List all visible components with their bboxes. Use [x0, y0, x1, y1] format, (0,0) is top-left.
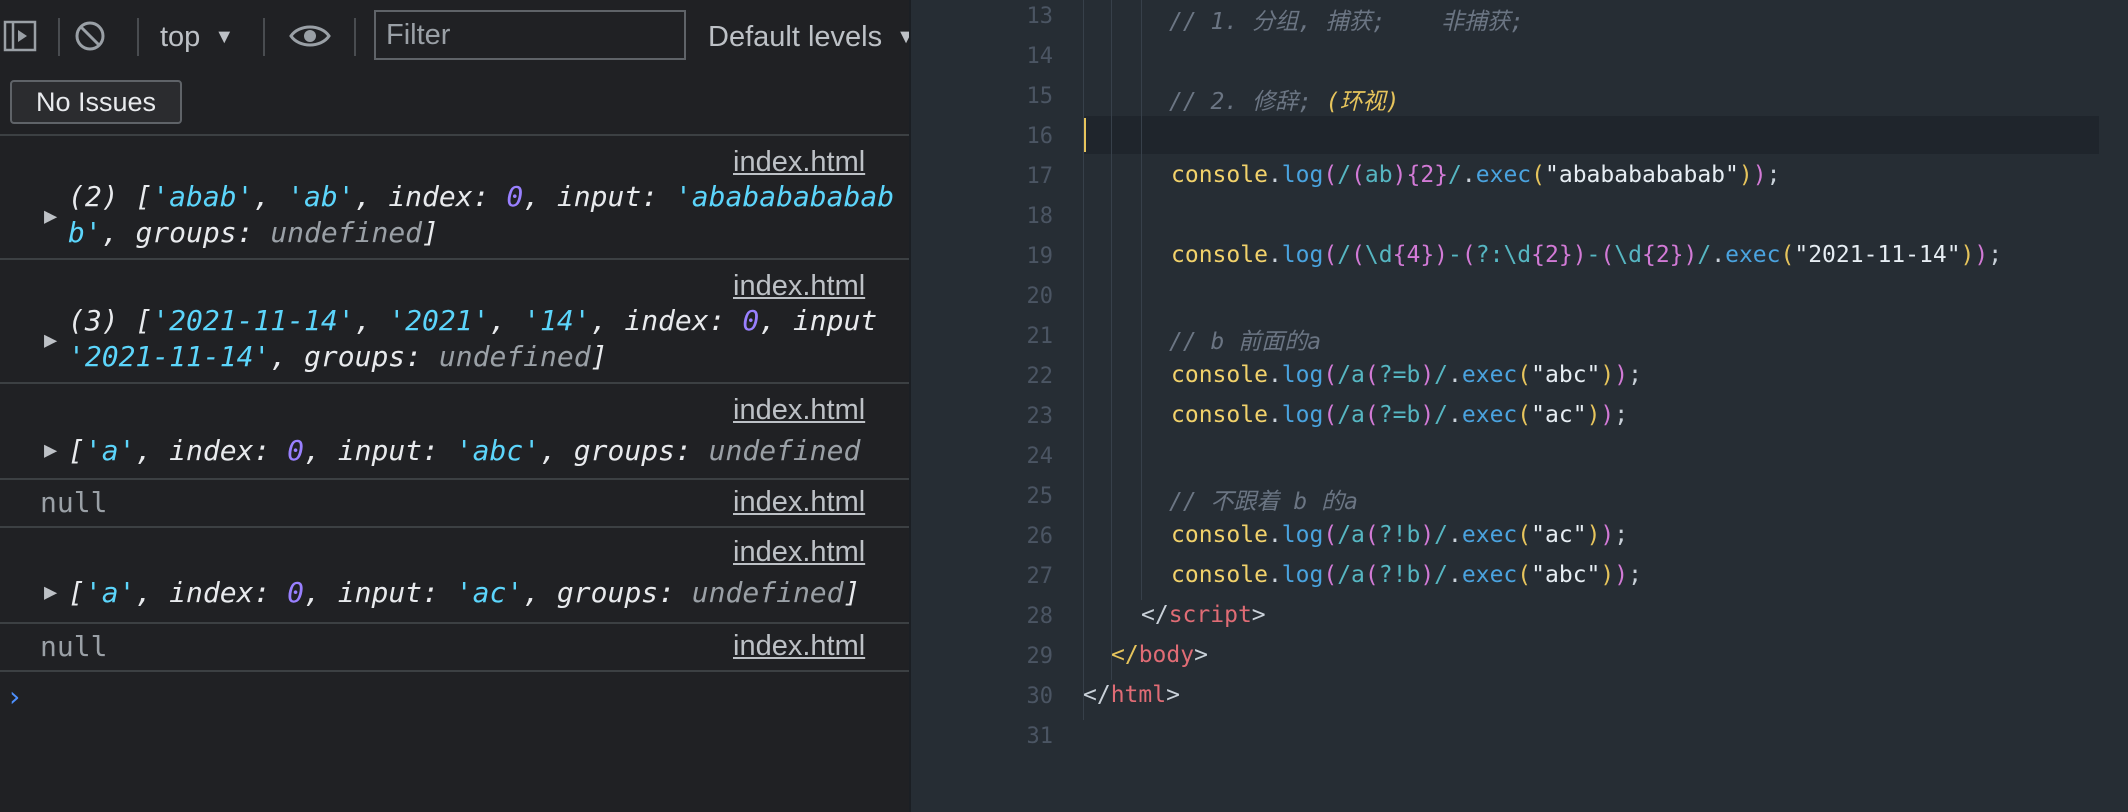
- console-message: null index.html: [0, 622, 909, 672]
- indent-guide: [1083, 0, 1084, 720]
- source-link[interactable]: index.html: [733, 394, 865, 427]
- console-array-line: ['a', index: 0, input: 'ac', groups: und…: [68, 576, 861, 609]
- line-number: 25: [1026, 484, 1054, 509]
- source-link[interactable]: index.html: [733, 486, 865, 519]
- filter-input[interactable]: [374, 10, 686, 60]
- indent-guide: [1111, 0, 1112, 680]
- line-number: 21: [1026, 324, 1054, 349]
- console-message: null index.html: [0, 478, 909, 528]
- line-number: 30: [1026, 684, 1054, 709]
- line-number: 31: [1026, 724, 1054, 749]
- line-number: 28: [1026, 604, 1054, 629]
- line-number: 14: [1026, 44, 1054, 69]
- code-line: console.log(/(ab){2}/.exec("abababababab…: [1171, 162, 1781, 188]
- caret-down-icon: ▼: [896, 25, 909, 48]
- source-link[interactable]: index.html: [733, 146, 865, 179]
- line-number: 29: [1026, 644, 1054, 669]
- code-line: </script>: [1141, 602, 1266, 628]
- code-comment: // 1. 分组, 捕获; 非捕获;: [1169, 9, 1524, 35]
- context-selector[interactable]: top ▼: [160, 14, 234, 60]
- current-line-highlight: [1083, 116, 2099, 154]
- null-value: null: [40, 486, 108, 519]
- code-line: console.log(/a(?!b)/.exec("abc"));: [1171, 562, 1642, 588]
- console-message: index.html ▶ ['a', index: 0, input: 'abc…: [0, 382, 909, 480]
- line-number: 17: [1026, 164, 1054, 189]
- context-label: top: [160, 20, 201, 53]
- console-array-line: b', groups: undefined]: [68, 216, 439, 249]
- code-editor[interactable]: 13 14 15 16 17 18 19 20 21 22 23 24 25 2…: [909, 0, 2128, 812]
- console-toolbar: top ▼ Default levels ▼: [0, 0, 909, 72]
- line-number: 19: [1026, 244, 1054, 269]
- source-link[interactable]: index.html: [733, 536, 865, 569]
- console-message: index.html ▶ ['a', index: 0, input: 'ac'…: [0, 526, 909, 624]
- code-comment: // 2. 修辞; (环视): [1169, 89, 1400, 115]
- expand-triangle-icon[interactable]: ▶: [44, 580, 57, 605]
- line-number: 26: [1026, 524, 1054, 549]
- caret-down-icon: ▼: [214, 25, 235, 48]
- code-comment: // b 前面的a: [1169, 329, 1322, 355]
- issues-bar: No Issues: [0, 72, 909, 136]
- console-array-line: '2021-11-14', groups: undefined]: [68, 340, 608, 373]
- console-array-line: (2) ['abab', 'ab', index: 0, input: 'aba…: [68, 180, 895, 213]
- code-line: console.log(/a(?=b)/.exec("abc"));: [1171, 362, 1642, 388]
- code-line: console.log(/(\d{4})-(?:\d{2})-(\d{2})/.…: [1171, 242, 2003, 268]
- code-line: console.log(/a(?=b)/.exec("ac"));: [1171, 402, 1629, 428]
- line-number: 27: [1026, 564, 1054, 589]
- line-number: 18: [1026, 204, 1054, 229]
- source-link[interactable]: index.html: [733, 270, 865, 303]
- code-line: </body>: [1111, 642, 1208, 668]
- toolbar-divider: [58, 18, 60, 56]
- clear-console-icon[interactable]: [72, 18, 108, 54]
- null-value: null: [40, 630, 108, 663]
- indent-guide: [1141, 0, 1142, 600]
- console-message: index.html ▶ (2) ['abab', 'ab', index: 0…: [0, 136, 909, 260]
- console-array-line: ['a', index: 0, input: 'abc', groups: un…: [68, 434, 861, 467]
- eye-icon[interactable]: [288, 18, 332, 54]
- toolbar-divider: [137, 18, 139, 56]
- log-levels-label: Default levels: [708, 20, 883, 53]
- toolbar-divider: [354, 18, 356, 56]
- devtools-console-panel: top ▼ Default levels ▼ No Issues index.h…: [0, 0, 909, 812]
- console-array-line: (3) ['2021-11-14', '2021', '14', index: …: [68, 304, 878, 337]
- sidebar-toggle-icon[interactable]: [2, 18, 38, 54]
- line-number: 22: [1026, 364, 1054, 389]
- line-number: 13: [1026, 4, 1054, 29]
- line-number: 24: [1026, 444, 1054, 469]
- line-number: 15: [1026, 84, 1054, 109]
- expand-triangle-icon[interactable]: ▶: [44, 204, 57, 229]
- console-message: index.html ▶ (3) ['2021-11-14', '2021', …: [0, 258, 909, 384]
- line-number: 20: [1026, 284, 1054, 309]
- console-prompt-icon[interactable]: ›: [6, 680, 23, 713]
- source-link[interactable]: index.html: [733, 630, 865, 663]
- code-line: console.log(/a(?!b)/.exec("ac"));: [1171, 522, 1629, 548]
- expand-triangle-icon[interactable]: ▶: [44, 328, 57, 353]
- code-comment: // 不跟着 b 的a: [1169, 489, 1358, 515]
- line-number: 16: [1026, 124, 1054, 149]
- line-number: 23: [1026, 404, 1054, 429]
- toolbar-divider: [263, 18, 265, 56]
- log-levels-dropdown[interactable]: Default levels ▼: [708, 14, 909, 60]
- expand-triangle-icon[interactable]: ▶: [44, 438, 57, 463]
- code-line: </html>: [1083, 682, 1180, 708]
- issues-button[interactable]: No Issues: [10, 80, 183, 124]
